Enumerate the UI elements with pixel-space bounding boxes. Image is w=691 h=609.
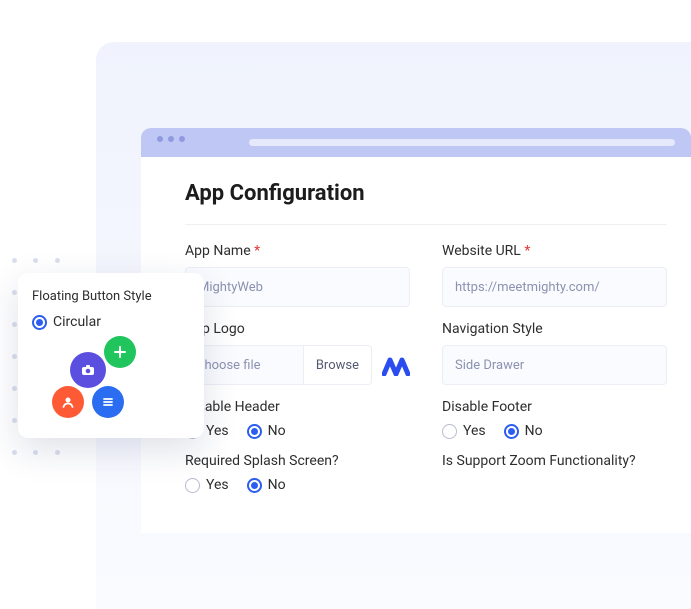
menu-icon (92, 386, 124, 418)
app-logo-file-input[interactable]: Choose file Browse (185, 345, 372, 385)
app-logo-preview-icon (382, 354, 410, 376)
disable-header-no[interactable]: No (247, 423, 286, 439)
address-bar (249, 139, 675, 146)
disable-header-label: Disable Header (185, 399, 410, 415)
browse-button[interactable]: Browse (303, 346, 371, 384)
app-configuration-panel: App Configuration App Name * Website URL… (141, 157, 691, 533)
field-splash-screen: Required Splash Screen? Yes No (185, 453, 410, 493)
field-app-logo: App Logo Choose file Browse (185, 321, 410, 385)
field-navigation-style: Navigation Style Side Drawer (442, 321, 667, 385)
plus-icon (104, 336, 136, 368)
navigation-style-select[interactable]: Side Drawer (442, 345, 667, 385)
app-name-input[interactable] (185, 267, 410, 307)
website-url-input[interactable] (442, 267, 667, 307)
floating-button-style-card: Floating Button Style Circular (18, 273, 204, 438)
field-app-name: App Name * (185, 243, 410, 307)
splash-screen-yes[interactable]: Yes (185, 477, 229, 493)
website-url-label: Website URL * (442, 243, 667, 259)
user-icon (52, 386, 84, 418)
floating-card-title: Floating Button Style (32, 289, 190, 304)
floating-button-preview (52, 336, 144, 420)
disable-footer-yes[interactable]: Yes (442, 423, 486, 439)
field-disable-footer: Disable Footer Yes No (442, 399, 667, 439)
divider (185, 224, 667, 225)
window-dot-icon (179, 136, 185, 142)
zoom-functionality-label: Is Support Zoom Functionality? (442, 453, 667, 469)
app-logo-label: App Logo (185, 321, 410, 337)
floating-style-circular[interactable]: Circular (32, 314, 190, 330)
window-dot-icon (168, 136, 174, 142)
splash-screen-label: Required Splash Screen? (185, 453, 410, 469)
navigation-style-label: Navigation Style (442, 321, 667, 337)
app-name-label: App Name * (185, 243, 410, 259)
splash-screen-no[interactable]: No (247, 477, 286, 493)
page-title: App Configuration (185, 181, 667, 206)
field-website-url: Website URL * (442, 243, 667, 307)
camera-icon (70, 352, 106, 388)
field-disable-header: Disable Header Yes No (185, 399, 410, 439)
field-zoom-functionality: Is Support Zoom Functionality? (442, 453, 667, 493)
window-dot-icon (157, 136, 163, 142)
disable-footer-label: Disable Footer (442, 399, 667, 415)
disable-footer-no[interactable]: No (504, 423, 543, 439)
